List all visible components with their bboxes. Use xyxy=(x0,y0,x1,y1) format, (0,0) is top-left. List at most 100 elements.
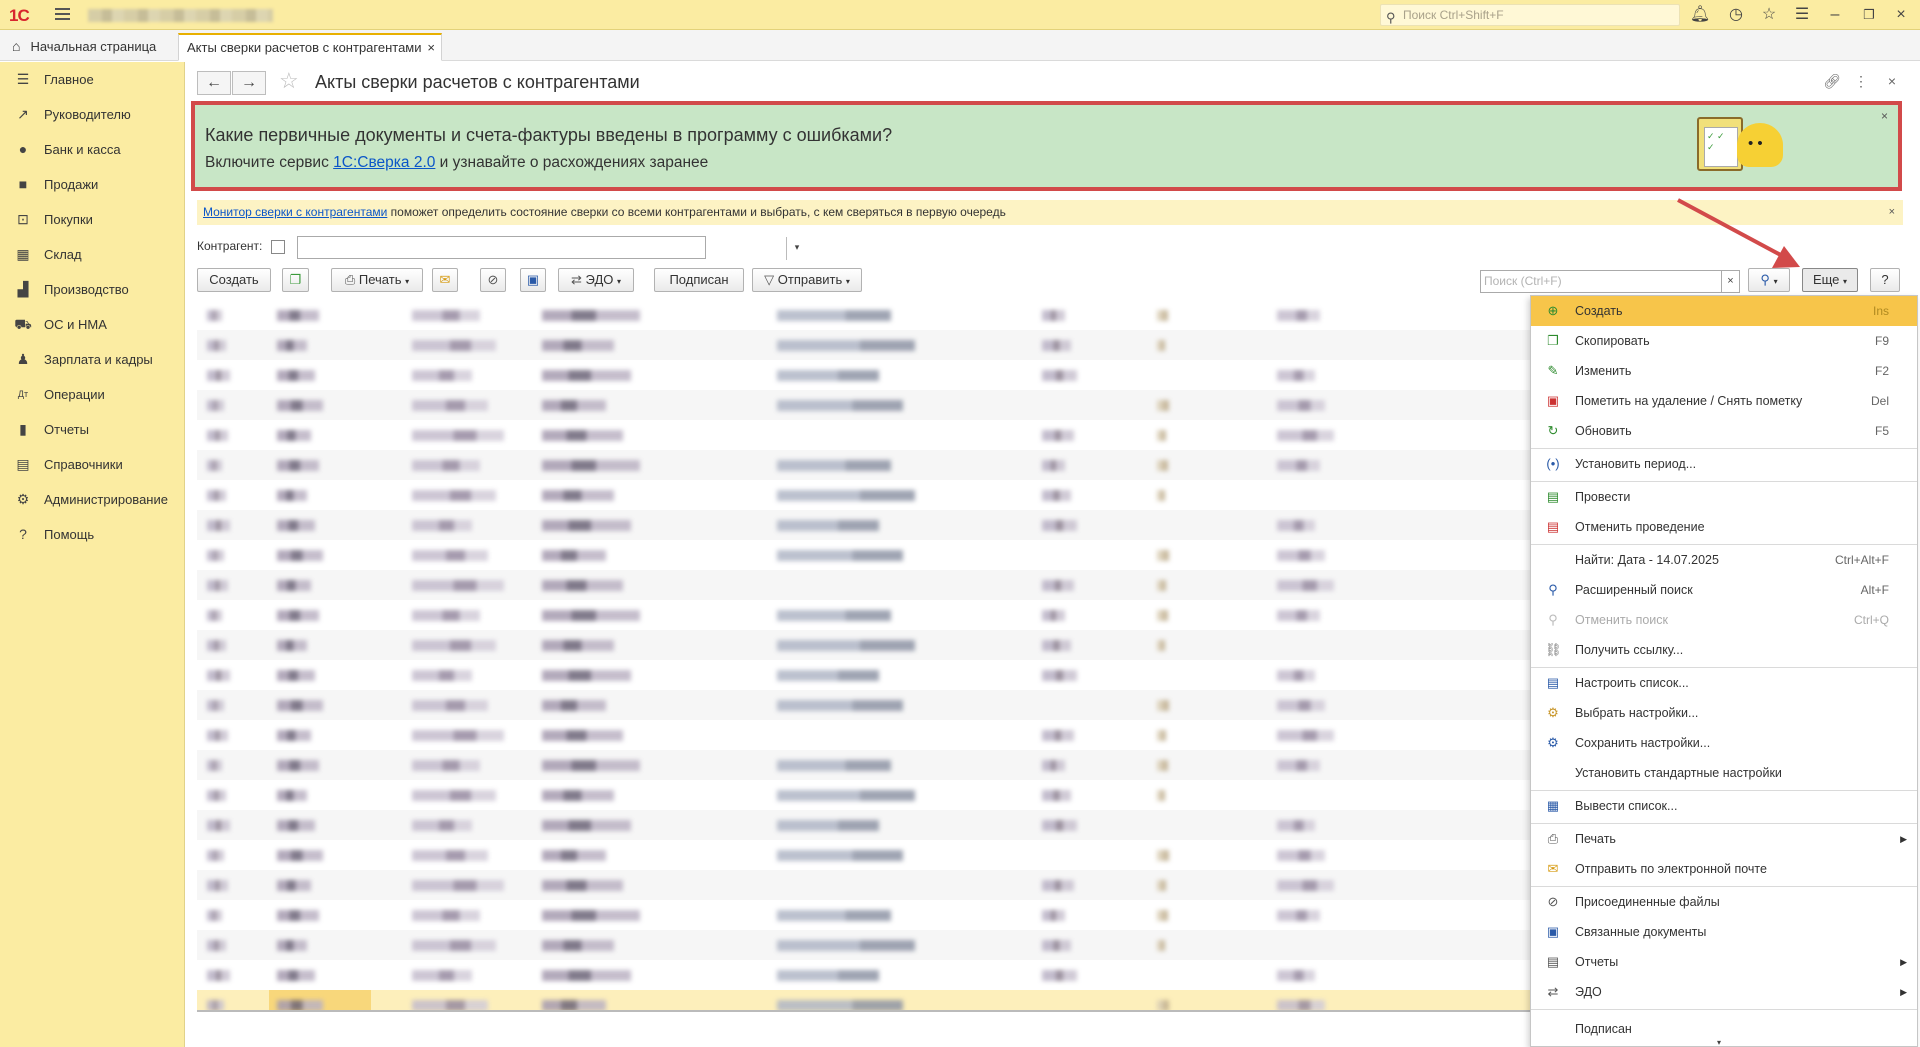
table-row[interactable] xyxy=(197,480,1530,510)
sidebar-item-production[interactable]: ▟ Производство xyxy=(0,272,184,307)
sidebar-item-bank[interactable]: ● Банк и касса xyxy=(0,132,184,167)
global-search-input[interactable]: ⚲ Поиск Ctrl+Shift+F xyxy=(1380,4,1680,26)
close-info-icon[interactable]: × xyxy=(1889,200,1895,225)
create-button[interactable]: Создать xyxy=(197,268,271,292)
table-row[interactable] xyxy=(197,570,1530,600)
sidebar-item-main[interactable]: ☰ Главное xyxy=(0,62,184,97)
menu-item-print[interactable]: ⎙ Печать ▶ xyxy=(1531,824,1917,854)
menu-item-related-docs[interactable]: ▣ Связанные документы xyxy=(1531,917,1917,947)
send-button[interactable]: ▽ Отправить ▾ xyxy=(752,268,862,292)
sidebar-item-help[interactable]: ? Помощь xyxy=(0,517,184,552)
sidebar-item-admin[interactable]: ⚙ Администрирование xyxy=(0,482,184,517)
related-docs-button[interactable]: ▣ xyxy=(520,268,546,292)
sverka-link[interactable]: 1С:Сверка 2.0 xyxy=(333,154,435,171)
print-button[interactable]: ⎙ Печать ▾ xyxy=(331,268,423,292)
tab-reconciliation-acts[interactable]: Акты сверки расчетов с контрагентами × xyxy=(178,33,442,61)
attach-button[interactable]: ⊘ xyxy=(480,268,506,292)
table-row[interactable] xyxy=(197,360,1530,390)
table-row[interactable] xyxy=(197,750,1530,780)
menu-item-output-list[interactable]: ▦ Вывести список... xyxy=(1531,791,1917,821)
sidebar-item-assets[interactable]: ⛟ ОС и НМА xyxy=(0,307,184,342)
help-button[interactable]: ? xyxy=(1870,268,1900,292)
table-row[interactable] xyxy=(197,510,1530,540)
sidebar-item-salary[interactable]: ♟ Зарплата и кадры xyxy=(0,342,184,377)
table-row[interactable] xyxy=(197,420,1530,450)
more-button[interactable]: Еще ▾ xyxy=(1802,268,1858,292)
counterparty-checkbox[interactable] xyxy=(271,240,285,254)
menu-icon[interactable] xyxy=(55,8,70,20)
edo-button[interactable]: ⇄ ЭДО ▾ xyxy=(558,268,634,292)
minimize-icon[interactable]: – xyxy=(1824,5,1846,25)
table-row[interactable] xyxy=(197,780,1530,810)
table-row[interactable] xyxy=(197,960,1530,990)
sidebar-item-operations[interactable]: Дт Операции xyxy=(0,377,184,412)
table-row[interactable] xyxy=(197,810,1530,840)
favorite-star-icon[interactable]: ☆ xyxy=(279,68,299,94)
menu-item-configure-list[interactable]: ▤ Настроить список... xyxy=(1531,668,1917,698)
dropdown-icon[interactable]: ▾ xyxy=(786,237,807,260)
menu-item-post[interactable]: ▤ Провести xyxy=(1531,482,1917,512)
documents-grid[interactable] xyxy=(197,300,1530,1012)
functions-menu-icon[interactable]: ☰ xyxy=(1791,5,1813,25)
table-row[interactable] xyxy=(197,930,1530,960)
table-row[interactable] xyxy=(197,660,1530,690)
sidebar-item-reports[interactable]: ▮ Отчеты xyxy=(0,412,184,447)
menu-item-signed[interactable]: Подписан xyxy=(1531,1014,1917,1044)
close-form-icon[interactable]: × xyxy=(1882,73,1902,89)
table-row[interactable] xyxy=(197,900,1530,930)
back-button[interactable]: ← xyxy=(197,71,231,95)
sidebar-item-sales[interactable]: ■ Продажи xyxy=(0,167,184,202)
close-tab-icon[interactable]: × xyxy=(427,35,435,61)
menu-item-cancel-search[interactable]: ⚲ Отменить поиск Ctrl+Q xyxy=(1531,605,1917,635)
restore-icon[interactable]: ❐ xyxy=(1858,5,1880,25)
tab-home[interactable]: ⌂ Начальная страница xyxy=(4,33,164,61)
counterparty-input[interactable]: ▾ xyxy=(297,236,799,260)
menu-item-advanced-search[interactable]: ⚲ Расширенный поиск Alt+F xyxy=(1531,575,1917,605)
monitor-link[interactable]: Монитор сверки с контрагентами xyxy=(203,205,387,219)
sidebar-item-manager[interactable]: ↗ Руководителю xyxy=(0,97,184,132)
copy-button[interactable]: ❐ xyxy=(282,268,309,292)
more-vertical-icon[interactable]: ⋮ xyxy=(1851,73,1871,90)
table-row[interactable] xyxy=(197,600,1530,630)
table-row[interactable] xyxy=(197,840,1530,870)
menu-item-choose-settings[interactable]: ⚙ Выбрать настройки... xyxy=(1531,698,1917,728)
search-options-button[interactable]: ⚲ ▾ xyxy=(1748,268,1790,292)
menu-item-edit[interactable]: ✎ Изменить F2 xyxy=(1531,356,1917,386)
table-row[interactable] xyxy=(197,690,1530,720)
menu-item-save-settings[interactable]: ⚙ Сохранить настройки... xyxy=(1531,728,1917,758)
menu-item-set-period[interactable]: (•) Установить период... xyxy=(1531,449,1917,479)
menu-item-get-link[interactable]: ⛓ Получить ссылку... xyxy=(1531,635,1917,665)
table-row[interactable] xyxy=(197,720,1530,750)
table-row[interactable] xyxy=(197,390,1530,420)
table-row[interactable] xyxy=(197,870,1530,900)
email-button[interactable]: ✉ xyxy=(432,268,458,292)
menu-item-reports[interactable]: ▤ Отчеты ▶ xyxy=(1531,947,1917,977)
link-icon[interactable]: 🔗︎ xyxy=(1822,73,1842,90)
menu-item-mark-delete[interactable]: ▣ Пометить на удаление / Снять пометку Del xyxy=(1531,386,1917,416)
table-row[interactable] xyxy=(197,540,1530,570)
list-search-input[interactable]: Поиск (Ctrl+F) xyxy=(1480,270,1722,293)
bell-icon[interactable]: 🔔︎ xyxy=(1689,5,1711,25)
menu-item-attached-files[interactable]: ⊘ Присоединенные файлы xyxy=(1531,887,1917,917)
favorites-star-icon[interactable]: ☆ xyxy=(1758,5,1780,25)
clear-search-icon[interactable]: × xyxy=(1722,270,1740,293)
table-row[interactable] xyxy=(197,450,1530,480)
close-banner-icon[interactable]: × xyxy=(1881,109,1888,123)
history-icon[interactable]: ◷ xyxy=(1725,5,1747,25)
menu-item-copy[interactable]: ❐ Скопировать F9 xyxy=(1531,326,1917,356)
menu-item-send-email[interactable]: ✉ Отправить по электронной почте xyxy=(1531,854,1917,884)
menu-item-default-settings[interactable]: Установить стандартные настройки xyxy=(1531,758,1917,788)
menu-item-create[interactable]: ⊕ Создать Ins xyxy=(1531,296,1917,326)
scroll-down-icon[interactable]: ▾ xyxy=(1717,1038,1721,1047)
table-row[interactable] xyxy=(197,630,1530,660)
table-header[interactable] xyxy=(197,300,1530,330)
signed-button[interactable]: Подписан xyxy=(654,268,744,292)
sidebar-item-purchases[interactable]: ⊡ Покупки xyxy=(0,202,184,237)
sidebar-item-catalogs[interactable]: ▤ Справочники xyxy=(0,447,184,482)
sidebar-item-warehouse[interactable]: ▦ Склад xyxy=(0,237,184,272)
forward-button[interactable]: → xyxy=(232,71,266,95)
table-row[interactable] xyxy=(197,990,1530,1010)
close-window-icon[interactable]: × xyxy=(1890,5,1912,25)
menu-item-find[interactable]: Найти: Дата - 14.07.2025 Ctrl+Alt+F xyxy=(1531,545,1917,575)
menu-item-unpost[interactable]: ▤ Отменить проведение xyxy=(1531,512,1917,542)
